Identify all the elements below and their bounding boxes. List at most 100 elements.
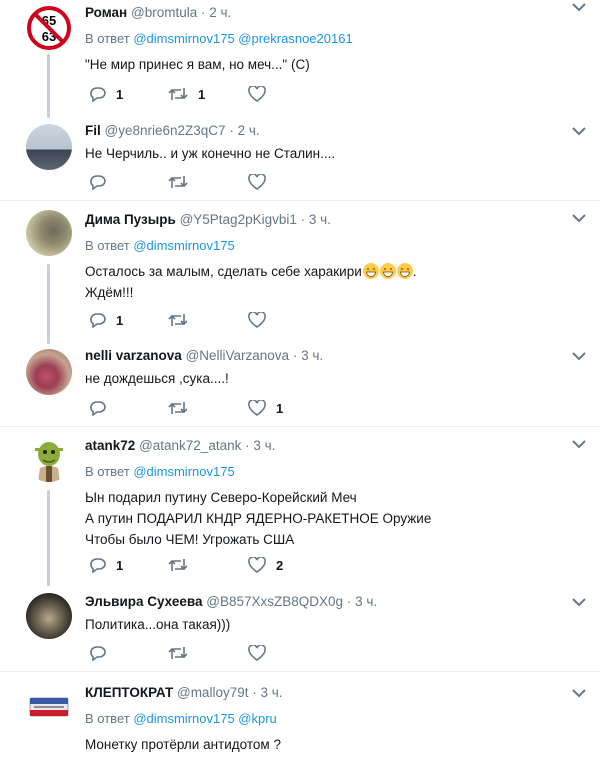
thread-line bbox=[47, 490, 50, 586]
timestamp[interactable]: 3 ч. bbox=[301, 348, 323, 363]
avatar[interactable] bbox=[26, 124, 72, 170]
author-handle[interactable]: @NelliVarzanova bbox=[186, 348, 290, 363]
like-button[interactable] bbox=[248, 84, 328, 104]
like-count: 2 bbox=[276, 557, 284, 573]
chevron-down-icon[interactable] bbox=[572, 213, 586, 223]
like-icon bbox=[248, 86, 266, 102]
mention-link[interactable]: @dimsmirnov175 bbox=[133, 464, 234, 479]
author-handle[interactable]: @bromtula bbox=[131, 5, 197, 20]
mention-link[interactable]: @kpru bbox=[238, 711, 277, 726]
tweet-text: Политика...она такая))) bbox=[85, 617, 231, 632]
reply-context: В ответ @dimsmirnov175 @prekrasnoe20161 bbox=[85, 31, 353, 46]
reply-icon bbox=[90, 401, 106, 416]
author-name[interactable]: atank72 bbox=[85, 438, 135, 453]
chevron-down-icon[interactable] bbox=[572, 2, 586, 12]
author-handle[interactable]: @ye8nrie6n2Z3qC7 bbox=[105, 123, 226, 138]
author-handle[interactable]: @Y5Ptag2pKigvbi1 bbox=[180, 212, 297, 227]
retweet-button[interactable] bbox=[168, 398, 248, 418]
like-button[interactable]: 1 bbox=[248, 398, 328, 418]
reply-icon bbox=[90, 558, 106, 573]
mention-link[interactable]: @dimsmirnov175 bbox=[133, 238, 234, 253]
like-icon bbox=[248, 645, 266, 661]
tweet[interactable]: Fil @ye8nrie6n2Z3qC7 · 2 ч. Не Черчиль..… bbox=[0, 118, 600, 201]
grinning-face-emoji bbox=[396, 263, 413, 279]
tweet[interactable]: Эльвира Сухеева @B857XxsZB8QDX0g · 3 ч. … bbox=[0, 585, 600, 672]
author-name[interactable]: Fil bbox=[85, 123, 101, 138]
author-name[interactable]: Дима Пузырь bbox=[85, 212, 176, 227]
retweet-button[interactable] bbox=[168, 643, 248, 663]
author-name[interactable]: Роман bbox=[85, 5, 127, 20]
author-name[interactable]: КЛЕПТОКРАТ bbox=[85, 685, 173, 700]
action-bar: 1 2 bbox=[88, 555, 328, 575]
action-bar bbox=[88, 172, 328, 192]
action-bar bbox=[88, 643, 328, 663]
author-handle[interactable]: @malloy79t bbox=[177, 685, 248, 700]
reply-context: В ответ @dimsmirnov175 bbox=[85, 238, 235, 253]
reply-icon bbox=[90, 313, 106, 328]
timestamp[interactable]: 2 ч. bbox=[209, 5, 231, 20]
reply-button[interactable] bbox=[88, 398, 168, 418]
timestamp[interactable]: 3 ч. bbox=[253, 438, 275, 453]
reply-count: 1 bbox=[116, 312, 124, 328]
retweet-button[interactable] bbox=[168, 172, 248, 192]
retweet-button[interactable] bbox=[168, 555, 248, 575]
chevron-down-icon[interactable] bbox=[572, 126, 586, 136]
tweet[interactable]: 65 63 Роман @bromtula · 2 ч. В ответ @di… bbox=[0, 0, 600, 118]
author-name[interactable]: nelli varzanova bbox=[85, 348, 182, 363]
mention-link[interactable]: @dimsmirnov175 bbox=[133, 711, 234, 726]
like-button[interactable]: 2 bbox=[248, 555, 328, 575]
tweet-text: Осталось за малым, сделать себе харакири… bbox=[85, 263, 417, 300]
tweet[interactable]: КЛЕПТОКРАТ @malloy79t · 3 ч. В ответ @di… bbox=[0, 672, 600, 758]
tweet-header: Эльвира Сухеева @B857XxsZB8QDX0g · 3 ч. bbox=[85, 594, 378, 609]
tweet[interactable]: nelli varzanova @NelliVarzanova · 3 ч. н… bbox=[0, 343, 600, 427]
chevron-down-icon[interactable] bbox=[572, 597, 586, 607]
like-button[interactable] bbox=[248, 643, 328, 663]
mention-link[interactable]: @prekrasnoe20161 bbox=[238, 31, 352, 46]
like-button[interactable] bbox=[248, 172, 328, 192]
timestamp[interactable]: 2 ч. bbox=[238, 123, 260, 138]
avatar[interactable] bbox=[26, 684, 72, 730]
avatar[interactable]: 65 63 bbox=[26, 5, 72, 51]
timestamp[interactable]: 3 ч. bbox=[261, 685, 283, 700]
timestamp[interactable]: 3 ч. bbox=[355, 594, 377, 609]
retweet-icon bbox=[168, 88, 188, 100]
reply-button[interactable]: 1 bbox=[88, 84, 168, 104]
like-count: 1 bbox=[276, 400, 284, 416]
avatar[interactable] bbox=[26, 210, 72, 256]
tweet-header: КЛЕПТОКРАТ @malloy79t · 3 ч. bbox=[85, 685, 283, 700]
chevron-down-icon[interactable] bbox=[572, 688, 586, 698]
avatar[interactable] bbox=[26, 349, 72, 395]
grinning-face-emoji bbox=[379, 263, 396, 279]
mention-link[interactable]: @dimsmirnov175 bbox=[133, 31, 234, 46]
retweet-button[interactable] bbox=[168, 310, 248, 330]
reply-button[interactable]: 1 bbox=[88, 310, 168, 330]
thread-line bbox=[47, 54, 50, 118]
tweet-header: atank72 @atank72_atank · 3 ч. bbox=[85, 438, 276, 453]
action-bar: 1 1 bbox=[88, 84, 328, 104]
chevron-down-icon[interactable] bbox=[572, 439, 586, 449]
reply-context: В ответ @dimsmirnov175 bbox=[85, 464, 235, 479]
tweet[interactable]: Дима Пузырь @Y5Ptag2pKigvbi1 · 3 ч. В от… bbox=[0, 201, 600, 344]
chevron-down-icon[interactable] bbox=[572, 351, 586, 361]
reply-button[interactable] bbox=[88, 643, 168, 663]
reply-button[interactable] bbox=[88, 172, 168, 192]
action-bar: 1 bbox=[88, 310, 328, 330]
retweet-icon bbox=[168, 647, 188, 659]
timestamp[interactable]: 3 ч. bbox=[309, 212, 331, 227]
retweet-icon bbox=[168, 176, 188, 188]
author-handle[interactable]: @atank72_atank bbox=[139, 438, 241, 453]
reply-button[interactable]: 1 bbox=[88, 555, 168, 575]
tweet-text: Ын подарил путину Северо-Корейский Меч А… bbox=[85, 490, 432, 547]
retweet-button[interactable]: 1 bbox=[168, 84, 248, 104]
tweet-header: Дима Пузырь @Y5Ptag2pKigvbi1 · 3 ч. bbox=[85, 212, 331, 227]
like-icon bbox=[248, 174, 266, 190]
like-icon bbox=[248, 557, 266, 573]
author-name[interactable]: Эльвира Сухеева bbox=[85, 594, 203, 609]
thread-line bbox=[47, 264, 50, 344]
tweet[interactable]: atank72 @atank72_atank · 3 ч. В ответ @d… bbox=[0, 427, 600, 586]
avatar[interactable] bbox=[26, 436, 72, 482]
tweet-text: Не Черчиль.. и уж конечно не Сталин.... bbox=[85, 146, 336, 161]
avatar[interactable] bbox=[26, 593, 72, 639]
author-handle[interactable]: @B857XxsZB8QDX0g bbox=[206, 594, 343, 609]
like-button[interactable] bbox=[248, 310, 328, 330]
